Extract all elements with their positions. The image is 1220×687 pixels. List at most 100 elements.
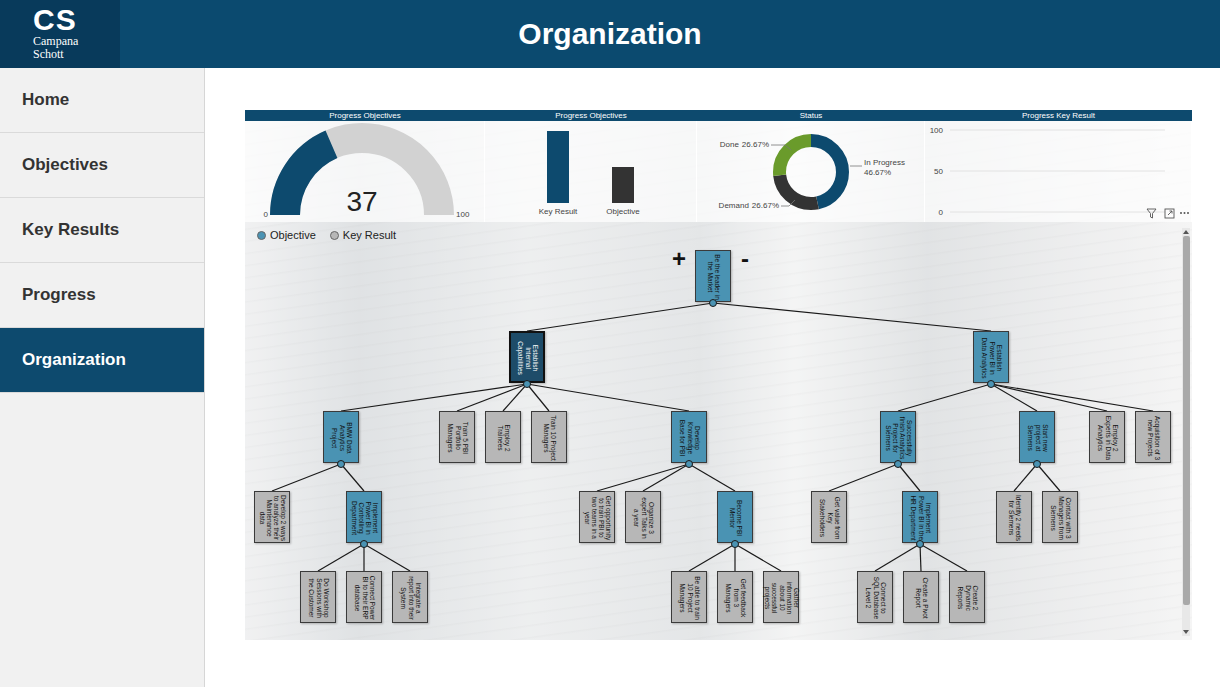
objective-node[interactable]: Become PBI Mentor bbox=[717, 491, 753, 543]
objective-node[interactable]: Develop Knowledge Base for PBI bbox=[671, 411, 707, 463]
objective-node[interactable]: Be the leader in the Market bbox=[695, 250, 731, 302]
collapse-knob[interactable] bbox=[1034, 461, 1041, 468]
bar[interactable] bbox=[612, 167, 634, 203]
connector-line bbox=[1014, 464, 1037, 491]
logo-mark: CS bbox=[33, 4, 120, 35]
connector-line bbox=[920, 544, 921, 571]
sidebar: HomeObjectivesKey ResultsProgressOrganiz… bbox=[0, 68, 205, 687]
legend-item[interactable]: Objective bbox=[257, 229, 316, 241]
more-options-icon[interactable] bbox=[1180, 212, 1189, 214]
collapse-knob[interactable] bbox=[732, 541, 739, 548]
collapse-knob[interactable] bbox=[361, 541, 368, 548]
logo-line: Campana bbox=[33, 35, 120, 48]
grid-line bbox=[950, 171, 1165, 172]
node-label: Start new project at Siemens bbox=[1021, 415, 1055, 461]
key-result-node[interactable]: Acquisition of 3 new Projects bbox=[1135, 411, 1171, 463]
cards-row: Progress Objectives 370100 Progress Obje… bbox=[245, 110, 1192, 222]
key-result-node[interactable]: Get opportunity to train PBI to two team… bbox=[579, 491, 615, 543]
key-result-node[interactable]: Train 5 PBI Portfolio Managers bbox=[439, 411, 475, 463]
connector-line bbox=[272, 464, 341, 491]
sidebar-item[interactable]: Progress bbox=[0, 263, 204, 328]
key-result-node[interactable]: Employ 2 Trainees bbox=[485, 411, 521, 463]
collapse-knob[interactable] bbox=[917, 541, 924, 548]
donut-label: Done26.67% bbox=[720, 140, 769, 149]
zoom-out-button[interactable]: - bbox=[739, 247, 751, 271]
key-result-node[interactable]: Get value from Key Stakeholders bbox=[811, 491, 847, 543]
logo[interactable]: CS Campana Schott bbox=[0, 0, 120, 68]
status-card[interactable]: Status In Progress 46.67%Demand26.67%Don… bbox=[697, 110, 925, 222]
key-result-node[interactable]: Employ 2 Experts in Data Analytics bbox=[1089, 411, 1125, 463]
legend: Objective Key Result bbox=[257, 229, 396, 241]
donut-segment[interactable] bbox=[780, 141, 843, 204]
key-result-node[interactable]: Create 2 Dynamic Reports bbox=[949, 571, 985, 623]
bar-card[interactable]: Progress Objectives Key ResultObjective bbox=[485, 110, 697, 222]
legend-label: Key Result bbox=[343, 229, 396, 241]
legend-dot bbox=[330, 231, 339, 240]
node-label: Train 10 Project Managers bbox=[533, 415, 567, 461]
key-result-node[interactable]: Train 10 Project Managers bbox=[531, 411, 567, 463]
key-result-node[interactable]: Do Workshop Sessions with the Customer bbox=[300, 571, 336, 623]
gauge-max: 100 bbox=[456, 210, 470, 219]
objective-node[interactable]: Start new project at Siemens bbox=[1019, 411, 1055, 463]
node-label: Gather information about 10 successful p… bbox=[765, 575, 799, 621]
key-result-card[interactable]: Progress Key Result 100500 bbox=[925, 110, 1192, 222]
app: CS Campana Schott Organization HomeObjec… bbox=[0, 0, 1220, 687]
key-result-node[interactable]: Gather information about 10 successful p… bbox=[763, 571, 799, 623]
bar-chart: Key ResultObjective bbox=[485, 121, 696, 222]
focus-mode-icon[interactable] bbox=[1165, 209, 1174, 218]
objective-node[interactable]: Successfully finish Analytics Project fo… bbox=[880, 411, 916, 463]
collapse-knob[interactable] bbox=[338, 461, 345, 468]
card-title: Progress Objectives bbox=[485, 110, 697, 121]
connector-line bbox=[363, 544, 364, 571]
objective-node[interactable]: Establish Power BI in Data Analytics bbox=[973, 331, 1009, 383]
connector-line bbox=[875, 544, 920, 571]
node-label: Develop 2 ways to analyze their Maintena… bbox=[256, 495, 290, 541]
sidebar-item[interactable]: Key Results bbox=[0, 198, 204, 263]
legend-item[interactable]: Key Result bbox=[330, 229, 396, 241]
key-result-node[interactable]: Be able to train 10 Project Managers bbox=[671, 571, 707, 623]
bar[interactable] bbox=[547, 131, 569, 203]
key-result-node[interactable]: Develop 2 ways to analyze their Maintena… bbox=[254, 491, 290, 543]
node-label: Develop Knowledge Base for PBI bbox=[673, 415, 707, 461]
scroll-up-icon[interactable] bbox=[1183, 230, 1189, 234]
key-result-node[interactable]: Create a Pivot Report bbox=[903, 571, 939, 623]
objective-node[interactable]: BMW Data Analytics Project bbox=[323, 411, 359, 463]
collapse-knob[interactable] bbox=[895, 461, 902, 468]
node-label: Successfully finish Analytics Project fo… bbox=[882, 415, 916, 461]
key-result-node[interactable]: Connect to SQL Database Level 2 bbox=[857, 571, 893, 623]
donut-segment[interactable] bbox=[780, 141, 843, 204]
collapse-knob[interactable] bbox=[988, 381, 995, 388]
node-label: Become PBI Mentor bbox=[719, 495, 753, 541]
objective-node[interactable]: Establish Internal Capabilities bbox=[509, 331, 545, 383]
key-result-node[interactable]: Integrate a report into their System bbox=[392, 571, 428, 623]
node-label: Establish Power BI in Data Analytics bbox=[975, 335, 1009, 381]
connector-line bbox=[898, 384, 991, 411]
key-result-node[interactable]: Get feedback from 3 Managers bbox=[717, 571, 753, 623]
legend-dot bbox=[257, 231, 266, 240]
key-result-node[interactable]: Identify 2 needs for Siemens bbox=[996, 491, 1032, 543]
connector-line bbox=[341, 464, 364, 491]
sidebar-item[interactable]: Organization bbox=[0, 328, 204, 393]
scrollbar[interactable] bbox=[1182, 228, 1190, 636]
card-title: Progress Objectives bbox=[245, 110, 485, 121]
scrollbar-thumb[interactable] bbox=[1183, 236, 1190, 605]
sidebar-item[interactable]: Home bbox=[0, 68, 204, 133]
scroll-down-icon[interactable] bbox=[1183, 630, 1189, 634]
node-label: Do Workshop Sessions with the Customer bbox=[302, 575, 336, 621]
filter-icon[interactable] bbox=[1147, 209, 1156, 218]
gauge-card[interactable]: Progress Objectives 370100 bbox=[245, 110, 485, 222]
donut-segment[interactable] bbox=[780, 141, 843, 204]
key-result-node[interactable]: Connect Power BI to their ERP database bbox=[346, 571, 382, 623]
objective-node[interactable]: Implement Power BI in Controlling Depart… bbox=[346, 491, 382, 543]
connector-line bbox=[1037, 464, 1060, 491]
key-result-node[interactable]: Contact with 3 Managers from Siemens bbox=[1042, 491, 1078, 543]
node-label: Create 2 Dynamic Reports bbox=[951, 575, 985, 621]
node-label: Get feedback from 3 Managers bbox=[719, 575, 753, 621]
objective-node[interactable]: Implement Power BI in the HR Department bbox=[902, 491, 938, 543]
collapse-knob[interactable] bbox=[710, 300, 717, 307]
collapse-knob[interactable] bbox=[686, 461, 693, 468]
collapse-knob[interactable] bbox=[524, 381, 531, 388]
zoom-in-button[interactable]: + bbox=[670, 247, 688, 271]
key-result-node[interactable]: Organize 3 expert Talks in a year bbox=[625, 491, 661, 543]
sidebar-item[interactable]: Objectives bbox=[0, 133, 204, 198]
